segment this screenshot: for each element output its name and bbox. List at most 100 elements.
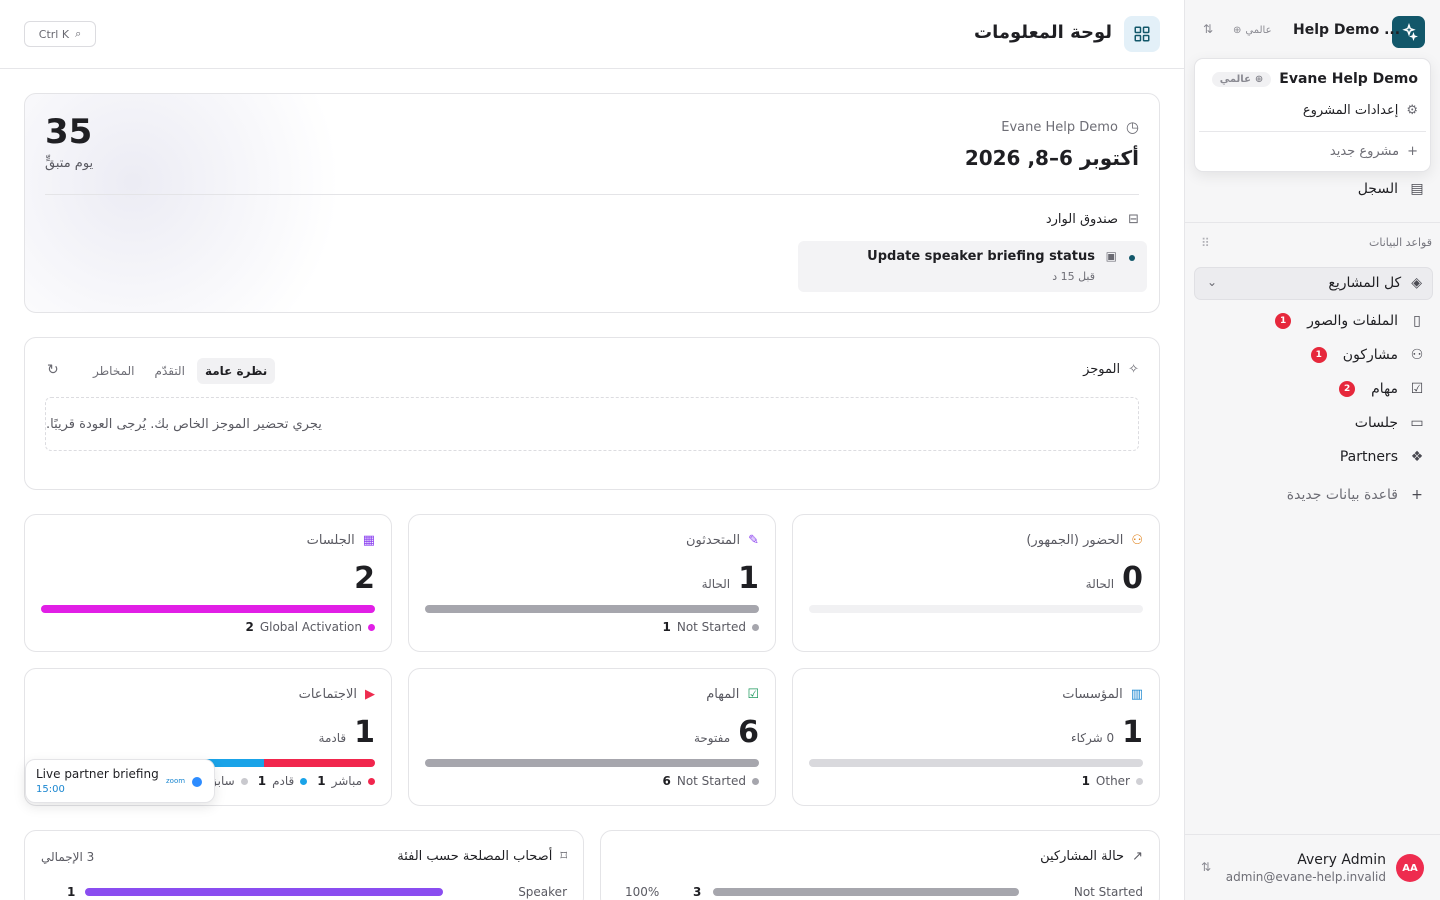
stakeholders-title: أصحاب المصلحة حسب الفئة (397, 849, 553, 864)
avatar[interactable]: AA (1396, 854, 1424, 882)
participants-status-title: حالة المشاركين (1040, 849, 1125, 864)
tasks-count: 6 (738, 715, 759, 750)
tag-icon: ⌑ (560, 849, 567, 864)
sidebar-item-log[interactable]: ▤ السجل (1358, 181, 1426, 197)
sparkles-icon: ✧ (1128, 362, 1139, 377)
sessions-bar-fill (41, 605, 375, 613)
calendar-icon: ▦ (362, 533, 375, 548)
tab-risks[interactable]: المخاطر (85, 358, 143, 384)
stakeholder-row-count: 1 (67, 885, 76, 899)
scope-tag: ⊕ عالمي (1233, 25, 1272, 36)
file-icon: ▯ (1413, 313, 1421, 329)
building-icon: ▥ (1130, 687, 1143, 702)
user-info[interactable]: Avery Admin admin@evane-help.invalid (1226, 852, 1386, 884)
organizations-progress-bar (809, 759, 1143, 767)
all-projects-selector[interactable]: ◈ كل المشاريع ⌄ (1194, 267, 1433, 300)
event-organization: ◷ Evane Help Demo (1001, 118, 1139, 136)
microphone-icon: ✎ (748, 533, 759, 548)
stakeholders-card: ⌑ أصحاب المصلحة حسب الفئة 3 الإجمالي Spe… (24, 830, 584, 900)
unread-dot (1129, 255, 1135, 261)
organizations-bar-fill (809, 759, 1143, 767)
project-dropdown-menu: Evane Help Demo ⊕ عالمي ⚙ إعدادات المشرو… (1194, 58, 1431, 172)
tab-overview[interactable]: نظرة عامة (196, 358, 276, 384)
sidebar-divider (1185, 222, 1440, 223)
zoom-logo: zoom (166, 777, 186, 785)
notification-badge: 1 (1310, 347, 1327, 363)
sidebar-footer-divider (1185, 834, 1440, 835)
audience-icon: ⚇ (1131, 533, 1143, 548)
sessions-stat-card[interactable]: ▦ الجلسات 2 Global Activation 2 (24, 514, 392, 652)
legend-dot (368, 623, 375, 631)
event-summary-card: 35 يوم متبقٍّ ◷ Evane Help Demo أكتوبر 6… (24, 93, 1160, 313)
project-switcher-chevron-icon[interactable]: ⇅ (1203, 22, 1213, 36)
legend-dot (368, 777, 375, 785)
legend-dot (240, 777, 248, 785)
speakers-bar-fill (425, 605, 759, 613)
meetings-legend: مباشر 1 قادم 1 سابق (208, 774, 375, 788)
user-menu-chevron-icon[interactable]: ⇅ (1201, 860, 1211, 874)
status-row-percent: 100% (625, 885, 660, 899)
search-icon: ⌕ (75, 27, 82, 40)
speakers-count: 1 (738, 561, 759, 596)
speakers-stat-card[interactable]: ✎ المتحدثون 1 الحالة Not Started 1 (408, 514, 776, 652)
users-icon: ⚇ (1410, 347, 1424, 363)
new-project-item[interactable]: + مشروع جديد (1330, 144, 1418, 159)
organizations-stat-card[interactable]: ▥ المؤسسات 1 0 شركاء Other 1 (792, 668, 1160, 806)
card-divider (45, 194, 1139, 195)
user-name: Avery Admin (1297, 852, 1386, 868)
event-date-range: أكتوبر 6–8, 2026 (964, 146, 1139, 170)
inbox-item[interactable]: ▣ Update speaker briefing status قبل 15 … (798, 241, 1147, 292)
refresh-icon[interactable]: ↻ (47, 362, 59, 378)
trend-icon: ↗ (1132, 849, 1143, 864)
partners-icon: ❖ (1410, 449, 1424, 465)
sidebar-item-files[interactable]: ▯ الملفات والصور 1 (1275, 313, 1426, 329)
page-title: لوحة المعلومات (974, 22, 1112, 43)
tasks-progress-bar (425, 759, 759, 767)
databases-heading: قواعد البيانات (1369, 236, 1432, 249)
top-bar: Ctrl K ⌕ لوحة المعلومات (0, 0, 1184, 69)
tasks-stat-card[interactable]: ☑ المهام 6 مفتوحة Not Started 6 (408, 668, 776, 806)
legend-dot (1136, 777, 1143, 785)
status-row-count: 3 (693, 885, 702, 899)
search-button[interactable]: Ctrl K ⌕ (24, 21, 96, 47)
inbox-item-time: قبل 15 د (1052, 270, 1095, 283)
legend-dot (300, 777, 308, 785)
settings-icon: ⚙ (1406, 103, 1418, 118)
scope-tag: ⊕ عالمي (1211, 71, 1272, 87)
briefing-title: ✧ الموجز (1083, 362, 1139, 377)
meetings-count: 1 (354, 715, 375, 750)
status-row-label: Not Started (1073, 885, 1143, 899)
dropdown-project-item[interactable]: Evane Help Demo ⊕ عالمي (1211, 71, 1418, 87)
sessions-legend: Global Activation 2 (245, 620, 375, 634)
calendar-clock-icon: ◷ (1125, 118, 1139, 136)
user-email: admin@evane-help.invalid (1225, 870, 1386, 884)
sidebar-item-participants[interactable]: ⚇ مشاركون 1 (1310, 347, 1426, 363)
stakeholder-row-bar (85, 888, 443, 896)
new-database-button[interactable]: + قاعدة بيانات جديدة (1287, 487, 1426, 503)
project-settings-item[interactable]: ⚙ إعدادات المشروع (1303, 103, 1418, 118)
attendance-count: 0 (1122, 561, 1143, 596)
stakeholder-row-label: Speaker (518, 885, 567, 899)
layers-icon: ◈ (1411, 275, 1422, 291)
organizations-legend: Other 1 (1082, 774, 1143, 788)
globe-icon: ⊕ (1233, 25, 1242, 36)
attendance-stat-card[interactable]: ⚇ الحضور (الجمهور) 0 الحالة (792, 514, 1160, 652)
toast-time: 15:00 (36, 784, 65, 795)
tasks-bar-fill (425, 759, 759, 767)
speakers-progress-bar (425, 605, 759, 613)
dashboard-icon (1124, 16, 1160, 52)
presentation-icon: ▭ (1410, 415, 1424, 431)
tab-progress[interactable]: التقدّم (147, 358, 193, 384)
sidebar-item-partners[interactable]: ❖ Partners (1340, 449, 1426, 465)
project-switcher-name[interactable]: Help Demo ... (1293, 22, 1400, 38)
sidebar-item-tasks[interactable]: ☑ مهام 2 (1339, 381, 1426, 397)
drag-handle-icon[interactable]: ⠿ (1201, 236, 1210, 250)
days-left-count: 35 (45, 112, 93, 152)
participants-status-card: ↗ حالة المشاركين Not Started 3 100% (600, 830, 1160, 900)
toast-title: Live partner briefing (36, 767, 159, 781)
chevron-down-icon: ⌄ (1207, 275, 1218, 289)
sidebar-item-sessions[interactable]: ▭ جلسات (1355, 415, 1426, 431)
organizations-count: 1 (1122, 715, 1143, 750)
notification-badge: 1 (1275, 313, 1292, 329)
live-meeting-toast[interactable]: Live partner briefing 15:00 zoom (25, 759, 215, 803)
